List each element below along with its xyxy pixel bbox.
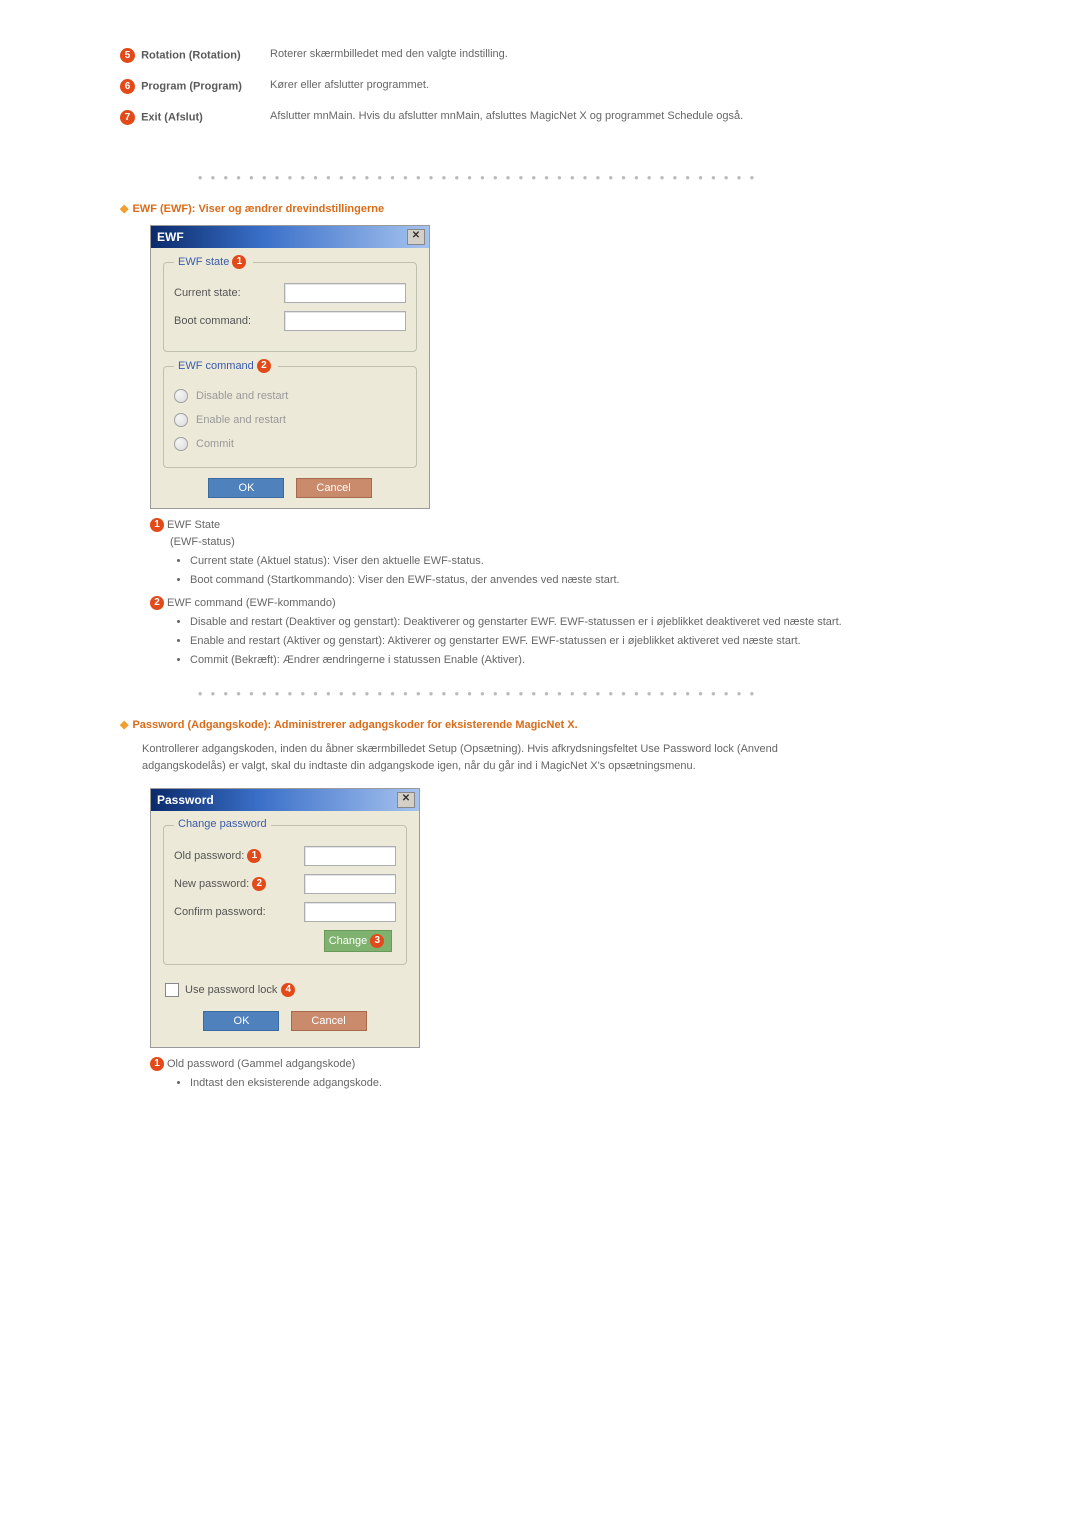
setting-num-rotation: 5 [120,48,135,63]
ewf-list-title-1: EWF State [167,517,220,534]
change-password-legend: Change password [174,818,271,830]
old-password-badge: 1 [247,849,261,863]
radio-icon [174,389,188,403]
bullet-icon: ◆ [120,719,128,731]
pwd-list-item: Indtast den eksisterende adgangskode. [190,1075,940,1092]
password-section-title: ◆Password (Adgangskode): Administrerer a… [120,718,940,731]
use-password-lock-label: Use password lock [185,984,277,996]
current-state-field[interactable] [284,283,406,303]
change-badge: 3 [370,934,384,948]
confirm-password-label: Confirm password: [174,906,304,918]
change-button[interactable]: Change 3 [324,930,392,952]
ewf-state-group: EWF state 1 Current state: Boot command: [163,262,417,352]
setting-desc-exit: Afslutter mnMain. Hvis du afslutter mnMa… [270,102,800,133]
ewf-list: 1 EWF State (EWF-status) Current state (… [150,517,940,669]
boot-command-label: Boot command: [174,315,284,327]
ewf-cmd-legend-text: EWF command [178,360,254,372]
bullet-icon: ◆ [120,203,128,215]
ewf-list-num-2: 2 [150,596,164,610]
close-icon[interactable]: ✕ [407,229,425,245]
confirm-password-field[interactable] [304,902,396,922]
close-icon[interactable]: ✕ [397,792,415,808]
ewf-list-item: Boot command (Startkommando): Viser den … [190,572,940,589]
settings-table: 5 Rotation (Rotation) Roterer skærmbille… [120,40,800,133]
ewf-dialog-title: EWF [157,230,184,244]
old-password-label: Old password: [174,850,244,862]
password-cancel-button[interactable]: Cancel [291,1011,367,1031]
password-intro: Kontrollerer adgangskoden, inden du åbne… [142,741,822,774]
setting-num-exit: 7 [120,110,135,125]
password-dialog: Password ✕ Change password Old password:… [150,788,420,1048]
divider: ●●●●●●●●●●●●●●●●●●●●●●●●●●●●●●●●●●●●●●●●… [150,689,810,698]
boot-command-field[interactable] [284,311,406,331]
ewf-dialog: EWF ✕ EWF state 1 Current state: Boot co… [150,225,430,509]
checkbox-icon[interactable] [165,983,179,997]
password-dialog-title: Password [157,793,214,807]
old-password-field[interactable] [304,846,396,866]
radio-disable-restart[interactable]: Disable and restart [174,389,406,403]
current-state-label: Current state: [174,287,284,299]
ewf-list-item: Commit (Bekræft): Ændrer ændringerne i s… [190,652,940,669]
setting-num-program: 6 [120,79,135,94]
radio-enable-restart[interactable]: Enable and restart [174,413,406,427]
password-title-bar: Password ✕ [151,789,419,811]
ewf-list-item: Current state (Aktuel status): Viser den… [190,553,940,570]
radio-icon [174,437,188,451]
ewf-list-title-2: EWF command (EWF-kommando) [167,595,336,612]
new-password-badge: 2 [252,877,266,891]
ewf-list-item: Enable and restart (Aktiver og genstart)… [190,633,940,650]
ewf-cancel-button[interactable]: Cancel [296,478,372,498]
setting-desc-program: Kører eller afslutter programmet. [270,71,800,102]
setting-desc-rotation: Roterer skærmbilledet med den valgte ind… [270,40,800,71]
ewf-list-item: Disable and restart (Deaktiver og gensta… [190,614,940,631]
use-password-lock-badge: 4 [281,983,295,997]
ewf-title-bar: EWF ✕ [151,226,429,248]
ewf-cmd-badge: 2 [257,359,271,373]
new-password-label: New password: [174,878,249,890]
radio-commit[interactable]: Commit [174,437,406,451]
new-password-field[interactable] [304,874,396,894]
ewf-section-title: ◆EWF (EWF): Viser og ændrer drevindstill… [120,202,940,215]
setting-label-exit: Exit (Afslut) [141,111,203,123]
use-password-lock-row[interactable]: Use password lock 4 [165,983,405,997]
ewf-ok-button[interactable]: OK [208,478,284,498]
pwd-list-title-1: Old password (Gammel adgangskode) [167,1056,355,1073]
ewf-list-num-1: 1 [150,518,164,532]
password-ok-button[interactable]: OK [203,1011,279,1031]
setting-label-program: Program (Program) [141,80,242,92]
ewf-state-badge: 1 [232,255,246,269]
password-list: 1 Old password (Gammel adgangskode) Indt… [150,1056,940,1092]
ewf-list-sub-1: (EWF-status) [170,534,940,551]
radio-icon [174,413,188,427]
setting-label-rotation: Rotation (Rotation) [141,49,241,61]
divider: ●●●●●●●●●●●●●●●●●●●●●●●●●●●●●●●●●●●●●●●●… [150,173,810,182]
change-password-group: Change password Old password: 1 New pass… [163,825,407,965]
pwd-list-num-1: 1 [150,1057,164,1071]
ewf-state-legend-text: EWF state [178,256,229,268]
ewf-command-group: EWF command 2 Disable and restart Enable… [163,366,417,468]
